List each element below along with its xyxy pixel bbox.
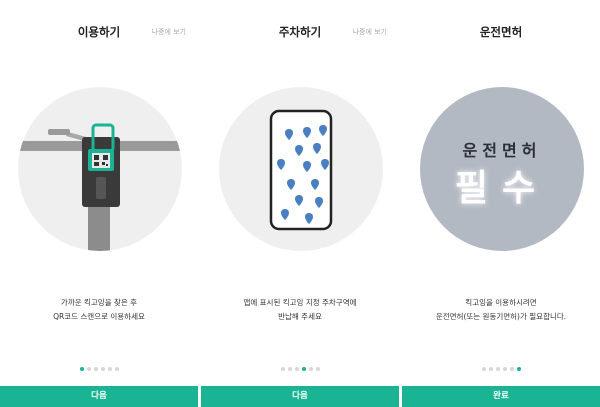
- page-dot: [315, 367, 320, 371]
- page-dot: [93, 367, 98, 371]
- scooter-qr-icon: [18, 123, 182, 251]
- page-dot: [481, 367, 486, 371]
- page-dot: [301, 367, 306, 371]
- phone-map-icon: [269, 109, 333, 231]
- description-line-1: 가까운 킥고잉을 찾은 후: [60, 298, 138, 307]
- page-dot: [79, 367, 84, 371]
- onboarding-panel-license: 운전면허 운전면허 필수 킥고잉을 이용하시려면 운전면허(또는 원동기면허)가…: [402, 0, 600, 407]
- page-dot: [502, 367, 507, 371]
- panel-description: 앱에 표시된 킥고잉 지정 주차구역에 반납해 주세요: [201, 296, 399, 324]
- page-dot: [86, 367, 91, 371]
- description-line-2: QR코드 스캔으로 이용하세요: [53, 312, 145, 321]
- panel-title: 운전면허: [479, 25, 523, 39]
- next-button[interactable]: 다음: [0, 386, 198, 407]
- page-dot: [516, 367, 521, 371]
- page-dot: [100, 367, 105, 371]
- description-line-2: 운전면허(또는 원동기면허)가 필요합니다.: [435, 312, 567, 321]
- skip-link[interactable]: 나중에 보기: [353, 27, 387, 37]
- page-indicator: [0, 367, 198, 371]
- license-illustration-required: 필수: [454, 168, 550, 209]
- license-illustration: 운전면허 필수: [420, 87, 584, 251]
- page-dot: [308, 367, 313, 371]
- page-dot: [488, 367, 493, 371]
- page-dot: [287, 367, 292, 371]
- onboarding-panel-usage: 이용하기 나중에 보기 가까운 킥고잉을 찾은 후 QR코드 스캔으로 이용하세…: [0, 0, 198, 407]
- onboarding-panel-parking: 주차하기 나중에 보기 앱에 표시된 킥고잉 지정 주차구역에 반납해 주세요 …: [201, 0, 399, 407]
- next-button[interactable]: 다음: [201, 386, 399, 407]
- phone-map-illustration: [219, 87, 383, 251]
- page-dot: [509, 367, 514, 371]
- page-dot: [107, 367, 112, 371]
- description-line-1: 앱에 표시된 킥고잉 지정 주차구역에: [243, 298, 357, 307]
- panel-description: 킥고잉을 이용하시려면 운전면허(또는 원동기면허)가 필요합니다.: [402, 296, 600, 324]
- description-line-1: 킥고잉을 이용하시려면: [465, 298, 537, 307]
- page-indicator: [201, 367, 399, 371]
- page-dot: [294, 367, 299, 371]
- page-dot: [495, 367, 500, 371]
- page-dot: [114, 367, 119, 371]
- description-line-2: 반납해 주세요: [278, 312, 322, 321]
- page-indicator: [402, 367, 600, 371]
- panel-description: 가까운 킥고잉을 찾은 후 QR코드 스캔으로 이용하세요: [0, 296, 198, 324]
- done-button[interactable]: 완료: [402, 386, 600, 407]
- skip-link[interactable]: 나중에 보기: [152, 27, 186, 37]
- scooter-illustration: [18, 87, 182, 251]
- page-dot: [280, 367, 285, 371]
- license-illustration-heading: 운전면허: [462, 141, 542, 160]
